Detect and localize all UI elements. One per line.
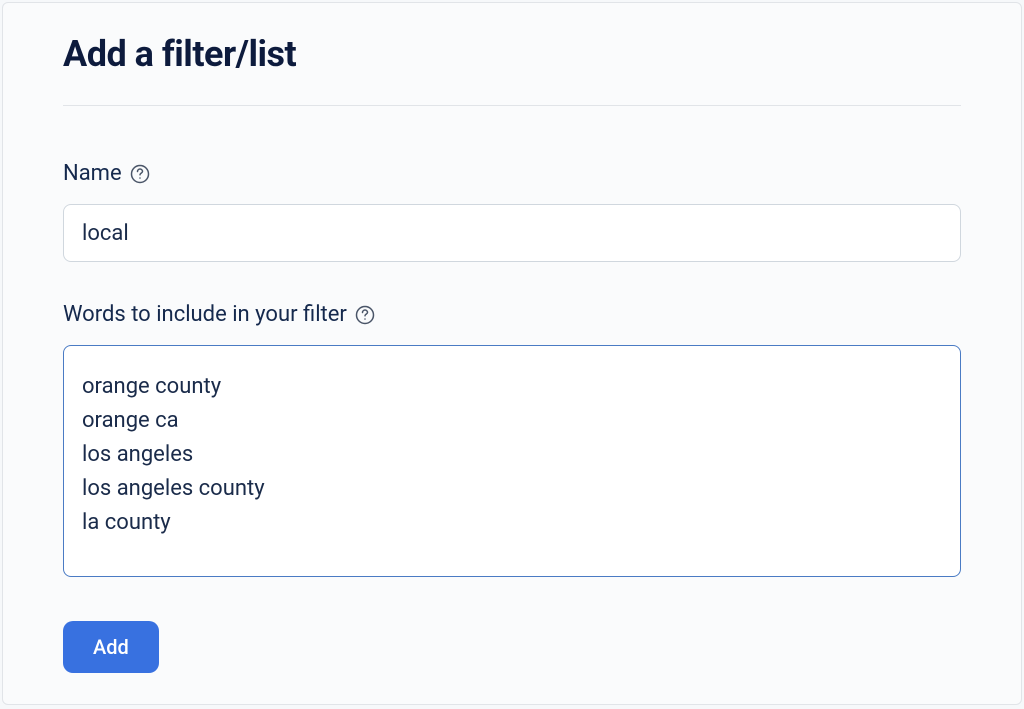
name-label: Name bbox=[63, 161, 961, 186]
words-label: Words to include in your filter bbox=[63, 302, 961, 327]
divider bbox=[63, 105, 961, 106]
add-button[interactable]: Add bbox=[63, 621, 159, 673]
help-circle-icon[interactable] bbox=[130, 164, 150, 184]
page-title: Add a filter/list bbox=[63, 33, 961, 75]
help-circle-icon[interactable] bbox=[355, 305, 375, 325]
words-field-group: Words to include in your filter bbox=[63, 302, 961, 581]
name-label-text: Name bbox=[63, 161, 122, 186]
words-textarea[interactable] bbox=[63, 345, 961, 577]
add-filter-form: Add a filter/list Name Words to include … bbox=[2, 2, 1022, 705]
words-label-text: Words to include in your filter bbox=[63, 302, 347, 327]
name-input[interactable] bbox=[63, 204, 961, 262]
name-field-group: Name bbox=[63, 161, 961, 262]
